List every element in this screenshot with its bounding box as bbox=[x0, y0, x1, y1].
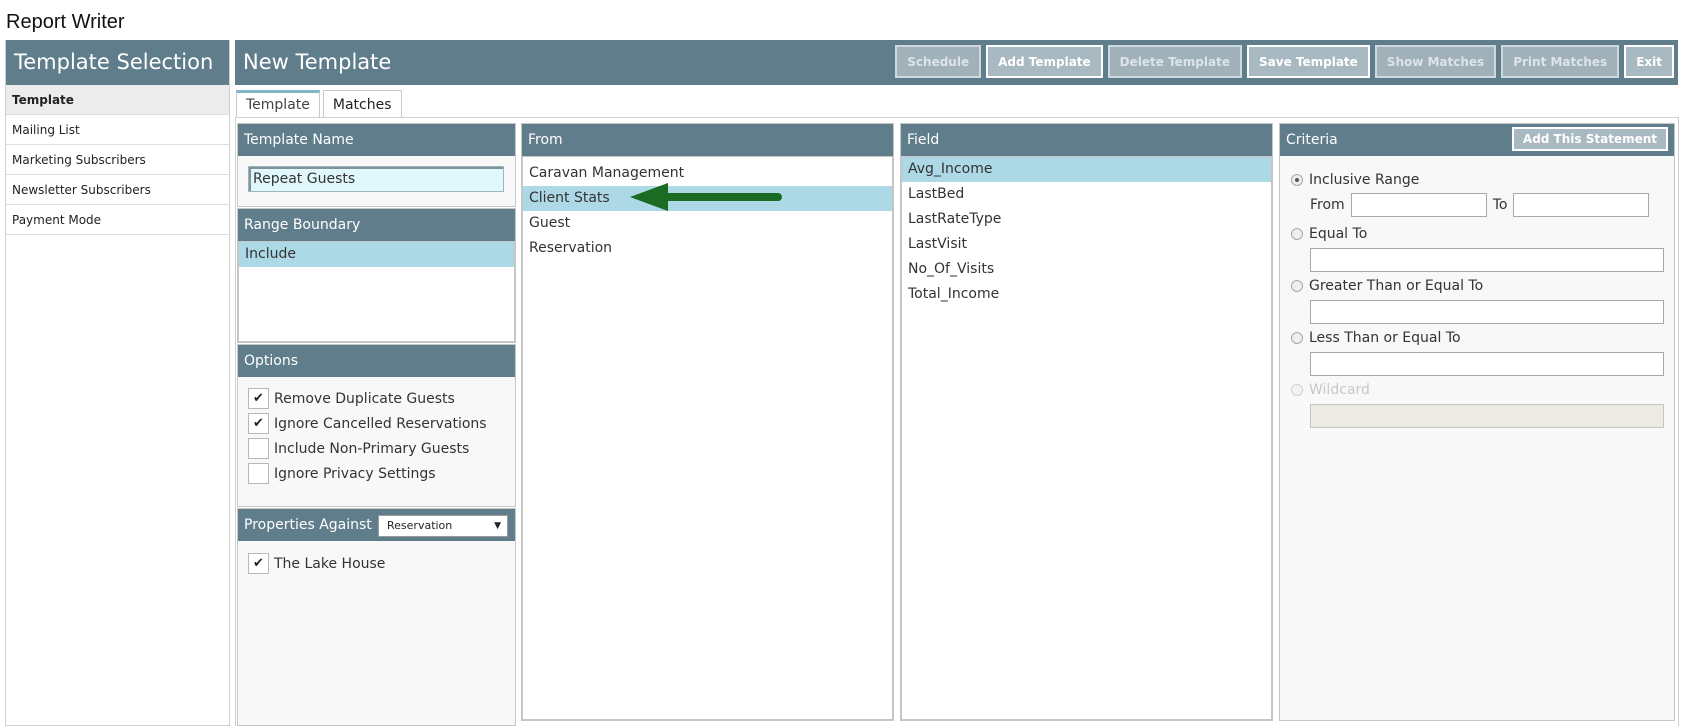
property-label: The Lake House bbox=[274, 555, 386, 572]
option-label: Ignore Privacy Settings bbox=[274, 465, 436, 482]
from-header: From bbox=[522, 124, 893, 156]
option-label: Include Non-Primary Guests bbox=[274, 440, 470, 457]
toolbar: Schedule Add Template Delete Template Sa… bbox=[895, 45, 1674, 78]
checkbox-remove-duplicate-guests[interactable] bbox=[248, 388, 269, 409]
criteria-label: Greater Than or Equal To bbox=[1309, 278, 1484, 294]
criteria-greater-than-or-equal-to[interactable]: Greater Than or Equal To bbox=[1291, 275, 1483, 297]
property-the-lake-house[interactable]: The Lake House bbox=[238, 551, 385, 576]
page-title: New Template bbox=[243, 50, 392, 74]
field-item-lastratetype[interactable]: LastRateType bbox=[902, 207, 1271, 232]
arrow-left-icon bbox=[630, 183, 782, 211]
dropdown-arrow-icon: ▼ bbox=[494, 521, 501, 531]
radio-wildcard bbox=[1291, 384, 1303, 396]
range-boundary-item-include[interactable]: Include bbox=[239, 242, 514, 267]
field-item-total-income[interactable]: Total_Income bbox=[902, 282, 1271, 307]
field-list: Avg_Income LastBed LastRateType LastVisi… bbox=[901, 156, 1272, 720]
sidebar-item-template[interactable]: Template bbox=[6, 85, 229, 115]
checkbox-include-non-primary-guests[interactable] bbox=[248, 438, 269, 459]
from-list: Caravan Management Client Stats Guest Re… bbox=[522, 156, 893, 720]
range-from-input[interactable] bbox=[1350, 193, 1487, 217]
options-header: Options bbox=[238, 345, 515, 377]
app-title: Report Writer bbox=[6, 11, 125, 33]
sidebar-item-mailing-list[interactable]: Mailing List bbox=[6, 115, 229, 145]
template-name-header: Template Name bbox=[238, 124, 515, 156]
properties-select[interactable]: Reservation ▼ bbox=[378, 515, 508, 537]
radio-less-than-or-equal-to[interactable] bbox=[1291, 332, 1303, 344]
criteria-header: Criteria Add This Statement bbox=[1280, 124, 1674, 156]
field-item-no-of-visits[interactable]: No_Of_Visits bbox=[902, 257, 1271, 282]
tab-matches[interactable]: Matches bbox=[322, 90, 402, 118]
equal-to-input[interactable] bbox=[1310, 248, 1664, 272]
add-template-button[interactable]: Add Template bbox=[986, 45, 1103, 78]
field-item-avg-income[interactable]: Avg_Income bbox=[902, 157, 1271, 182]
range-to-input[interactable] bbox=[1513, 193, 1650, 217]
properties-header: Properties Against Reservation ▼ bbox=[238, 509, 515, 541]
wildcard-input bbox=[1310, 404, 1664, 428]
field-item-lastvisit[interactable]: LastVisit bbox=[902, 232, 1271, 257]
template-name-input[interactable] bbox=[248, 166, 504, 192]
option-label: Remove Duplicate Guests bbox=[274, 390, 455, 407]
properties-select-value: Reservation bbox=[387, 519, 453, 532]
add-this-statement-button[interactable]: Add This Statement bbox=[1511, 127, 1668, 151]
option-label: Ignore Cancelled Reservations bbox=[274, 415, 487, 432]
criteria-label: Inclusive Range bbox=[1309, 172, 1420, 188]
option-ignore-cancelled-reservations[interactable]: Ignore Cancelled Reservations bbox=[238, 411, 487, 436]
show-matches-button[interactable]: Show Matches bbox=[1374, 45, 1497, 78]
field-panel: Field Avg_Income LastBed LastRateType La… bbox=[900, 123, 1273, 721]
field-item-lastbed[interactable]: LastBed bbox=[902, 182, 1271, 207]
radio-equal-to[interactable] bbox=[1291, 228, 1303, 240]
delete-template-button[interactable]: Delete Template bbox=[1107, 45, 1242, 78]
criteria-label: Wildcard bbox=[1309, 382, 1370, 398]
criteria-label: Equal To bbox=[1309, 226, 1368, 242]
criteria-inclusive-range[interactable]: Inclusive Range bbox=[1291, 169, 1419, 191]
save-template-button[interactable]: Save Template bbox=[1247, 45, 1370, 78]
checkbox-the-lake-house[interactable] bbox=[248, 553, 269, 574]
from-item-guest[interactable]: Guest bbox=[523, 211, 892, 236]
from-item-reservation[interactable]: Reservation bbox=[523, 236, 892, 261]
sidebar-item-payment-mode[interactable]: Payment Mode bbox=[6, 205, 229, 235]
field-header: Field bbox=[901, 124, 1272, 156]
criteria-equal-to[interactable]: Equal To bbox=[1291, 223, 1367, 245]
criteria-label: Less Than or Equal To bbox=[1309, 330, 1461, 346]
sidebar-item-newsletter-subscribers[interactable]: Newsletter Subscribers bbox=[6, 175, 229, 205]
criteria-wildcard: Wildcard bbox=[1291, 379, 1370, 401]
options-panel: Options Remove Duplicate Guests Ignore C… bbox=[237, 344, 516, 507]
criteria-less-than-or-equal-to[interactable]: Less Than or Equal To bbox=[1291, 327, 1461, 349]
exit-button[interactable]: Exit bbox=[1624, 45, 1674, 78]
checkbox-ignore-privacy-settings[interactable] bbox=[248, 463, 269, 484]
template-name-panel: Template Name bbox=[237, 123, 516, 207]
properties-panel: Properties Against Reservation ▼ The Lak… bbox=[237, 508, 516, 726]
properties-header-label: Properties Against bbox=[244, 517, 372, 533]
sidebar-header: Template Selection bbox=[6, 40, 229, 85]
criteria-panel: Criteria Add This Statement Inclusive Ra… bbox=[1279, 123, 1675, 721]
option-remove-duplicate-guests[interactable]: Remove Duplicate Guests bbox=[238, 386, 487, 411]
sidebar-item-marketing-subscribers[interactable]: Marketing Subscribers bbox=[6, 145, 229, 175]
schedule-button[interactable]: Schedule bbox=[895, 45, 982, 78]
checkbox-ignore-cancelled-reservations[interactable] bbox=[248, 413, 269, 434]
tab-bar: Template Matches bbox=[236, 90, 402, 118]
option-include-non-primary-guests[interactable]: Include Non-Primary Guests bbox=[238, 436, 487, 461]
less-than-input[interactable] bbox=[1310, 352, 1664, 376]
range-boundary-header: Range Boundary bbox=[238, 209, 515, 241]
range-boundary-panel: Range Boundary Include bbox=[237, 208, 516, 343]
from-label: From bbox=[1310, 197, 1345, 213]
criteria-header-label: Criteria bbox=[1286, 132, 1338, 148]
tab-template[interactable]: Template bbox=[236, 90, 320, 118]
range-boundary-list: Include bbox=[238, 241, 515, 342]
radio-greater-than-or-equal-to[interactable] bbox=[1291, 280, 1303, 292]
greater-than-input[interactable] bbox=[1310, 300, 1664, 324]
print-matches-button[interactable]: Print Matches bbox=[1501, 45, 1620, 78]
sidebar: Template Selection Template Mailing List… bbox=[5, 40, 230, 726]
option-ignore-privacy-settings[interactable]: Ignore Privacy Settings bbox=[238, 461, 487, 486]
radio-inclusive-range[interactable] bbox=[1291, 174, 1303, 186]
main-header: New Template Schedule Add Template Delet… bbox=[235, 40, 1678, 85]
to-label: To bbox=[1492, 197, 1508, 213]
inclusive-range-inputs: From To bbox=[1310, 193, 1650, 217]
